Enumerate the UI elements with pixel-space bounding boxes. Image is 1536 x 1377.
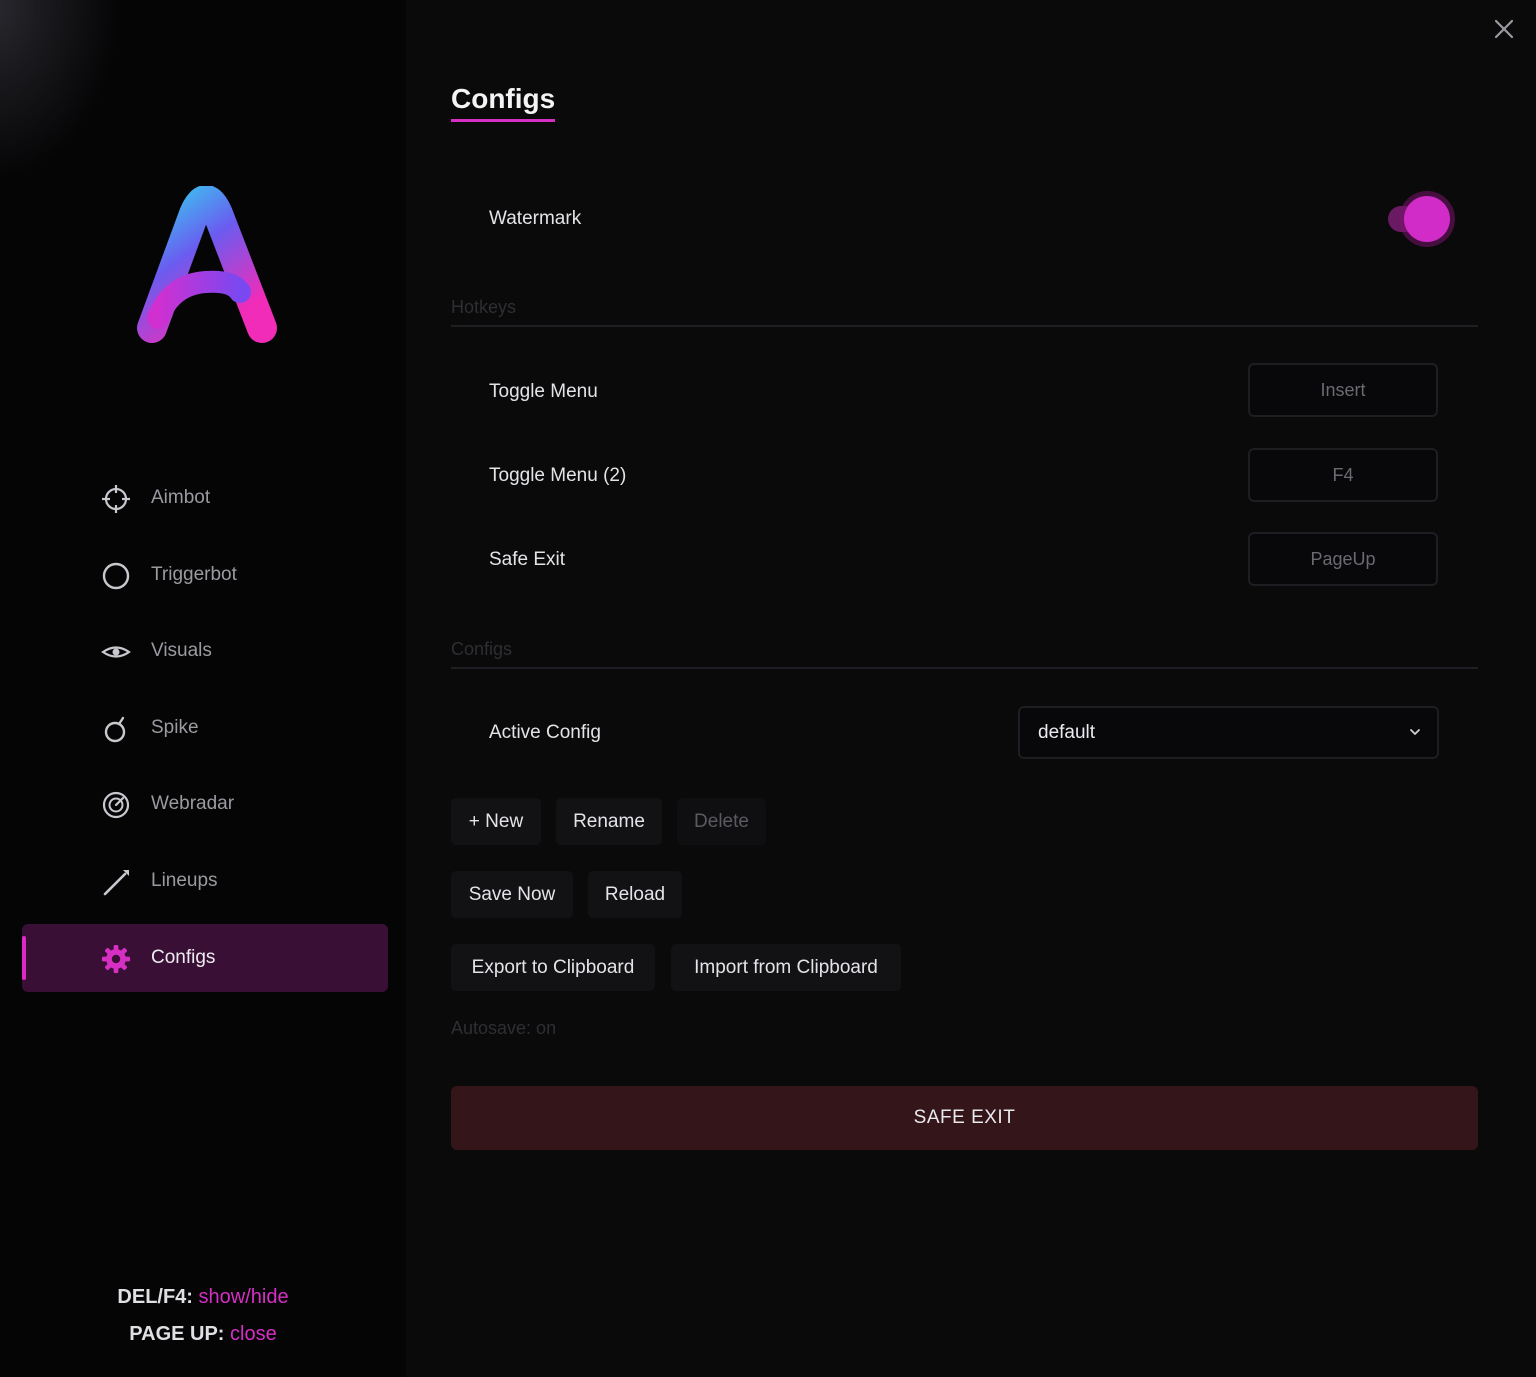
divider bbox=[451, 667, 1478, 669]
reload-button[interactable]: Reload bbox=[588, 871, 682, 918]
hotkey-button-toggle-menu-2[interactable]: F4 bbox=[1248, 448, 1438, 502]
save-now-button[interactable]: Save Now bbox=[451, 871, 573, 918]
divider bbox=[451, 325, 1478, 327]
hotkey-button-safe-exit[interactable]: PageUp bbox=[1248, 532, 1438, 586]
close-icon[interactable] bbox=[1489, 14, 1519, 44]
sidebar-item-label: Lineups bbox=[151, 870, 218, 891]
app-logo-icon bbox=[137, 186, 277, 343]
crosshair-icon bbox=[101, 484, 131, 514]
sidebar-item-visuals[interactable]: Visuals bbox=[22, 617, 388, 685]
sidebar-item-label: Aimbot bbox=[151, 487, 211, 508]
watermark-label: Watermark bbox=[489, 208, 582, 229]
gear-icon bbox=[101, 944, 131, 974]
sidebar-item-aimbot[interactable]: Aimbot bbox=[22, 464, 388, 532]
export-to-clipboard-button[interactable]: Export to Clipboard bbox=[451, 944, 655, 991]
hotkey-label-safe-exit: Safe Exit bbox=[489, 549, 566, 570]
import-from-clipboard-button[interactable]: Import from Clipboard bbox=[671, 944, 901, 991]
sidebar-item-triggerbot[interactable]: Triggerbot bbox=[22, 541, 388, 609]
pen-icon bbox=[101, 867, 131, 897]
sidebar-item-webradar[interactable]: Webradar bbox=[22, 770, 388, 838]
watermark-toggle[interactable] bbox=[1386, 196, 1452, 242]
sidebar-item-configs[interactable]: Configs bbox=[22, 924, 388, 992]
circle-icon bbox=[101, 561, 131, 591]
active-config-value: default bbox=[1038, 722, 1096, 743]
active-config-label: Active Config bbox=[489, 722, 601, 743]
sidebar-item-label: Visuals bbox=[151, 640, 212, 661]
sidebar-item-lineups[interactable]: Lineups bbox=[22, 847, 388, 915]
chevron-down-icon bbox=[1410, 729, 1420, 735]
rename-config-button[interactable]: Rename bbox=[556, 798, 662, 845]
section-header-configs: Configs bbox=[451, 639, 513, 659]
footer-action: show/hide bbox=[198, 1286, 289, 1308]
new-config-button[interactable]: + New bbox=[451, 798, 541, 845]
sidebar-item-label: Webradar bbox=[151, 793, 235, 814]
footer-hint-close: PAGE UP: close bbox=[0, 1323, 406, 1346]
hotkey-label-toggle-menu-2: Toggle Menu (2) bbox=[489, 465, 627, 486]
sidebar-item-label: Configs bbox=[151, 947, 216, 968]
sidebar: Aimbot Triggerbot Visuals Spike Webradar bbox=[0, 0, 406, 1377]
hotkey-label-toggle-menu: Toggle Menu bbox=[489, 381, 598, 402]
toggle-knob bbox=[1404, 196, 1450, 242]
footer-key: DEL/F4: bbox=[117, 1286, 193, 1308]
footer-hint-show-hide: DEL/F4: show/hide bbox=[0, 1286, 406, 1309]
bomb-icon bbox=[101, 714, 131, 744]
eye-icon bbox=[101, 637, 131, 667]
sidebar-item-label: Triggerbot bbox=[151, 564, 237, 585]
safe-exit-button[interactable]: SAFE EXIT bbox=[451, 1086, 1478, 1150]
active-config-select[interactable]: default bbox=[1018, 706, 1439, 759]
autosave-status: Autosave: on bbox=[451, 1018, 557, 1038]
section-header-hotkeys: Hotkeys bbox=[451, 297, 517, 317]
hotkey-button-toggle-menu[interactable]: Insert bbox=[1248, 363, 1438, 417]
sidebar-item-label: Spike bbox=[151, 717, 199, 738]
radar-icon bbox=[101, 790, 131, 820]
footer-key: PAGE UP: bbox=[129, 1323, 225, 1345]
sidebar-item-spike[interactable]: Spike bbox=[22, 694, 388, 762]
delete-config-button[interactable]: Delete bbox=[677, 798, 766, 845]
page-title: Configs bbox=[451, 83, 556, 122]
footer-action: close bbox=[230, 1323, 277, 1345]
